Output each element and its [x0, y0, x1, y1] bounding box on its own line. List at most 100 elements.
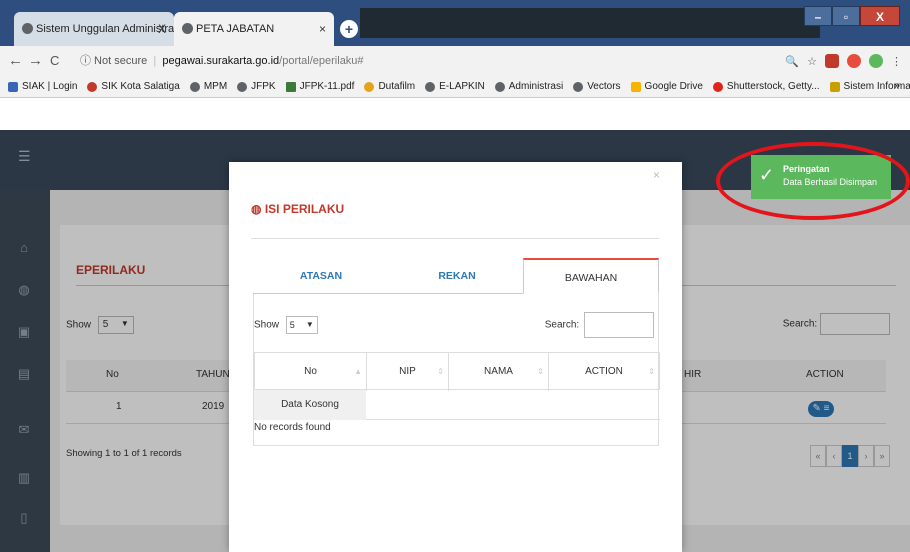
bookmarks-bar: SIAK | Login SIK Kota Salatiga MPM JFPK … [0, 76, 910, 98]
table-header: No ▲ NIP ⇕ NAMA ⇕ ACTION ⇕ [254, 352, 660, 391]
modal-title-text: ISI PERILAKU [264, 202, 345, 216]
tab-rekan[interactable]: REKAN [389, 258, 525, 294]
bookmark-item[interactable]: JFPK-11.pdf [285, 81, 355, 92]
shield-icon: ◍ [251, 202, 265, 216]
column-label: NAMA [484, 366, 513, 377]
reload-icon[interactable]: C [50, 46, 59, 76]
shutterstock-icon [712, 81, 723, 92]
sort-icon: ⇕ [648, 367, 655, 376]
profile-avatar[interactable] [869, 54, 883, 68]
bookmark-label: Google Drive [644, 81, 703, 92]
bookmark-icon [87, 81, 98, 92]
window-close-button[interactable]: X [860, 6, 900, 26]
bookmark-label: JFPK-11.pdf [299, 81, 355, 92]
browser-titlebar: Sistem Unggulan Administrasi Ke X PETA J… [0, 0, 910, 46]
modal-title: ◍ ISI PERILAKU [251, 202, 344, 216]
zoom-icon[interactable]: 🔍 [785, 55, 799, 68]
modal-close-button[interactable]: × [653, 168, 660, 182]
maximize-button[interactable]: ▫ [832, 6, 860, 26]
address-bar: ← → C ⓘ Not secure | pegawai.surakarta.g… [0, 46, 910, 76]
minimize-button[interactable]: – [804, 6, 832, 26]
modal-search-input[interactable] [584, 312, 654, 338]
bookmark-item[interactable]: Google Drive [630, 81, 703, 92]
bookmark-icon [8, 81, 18, 92]
sort-icon: ⇕ [537, 367, 544, 376]
menu-kebab-icon[interactable]: ⋮ [891, 55, 902, 68]
bookmark-item[interactable]: JFPK [237, 81, 276, 92]
no-records-message: No records found [254, 422, 331, 433]
browser-tab-1[interactable]: Sistem Unggulan Administrasi Ke X [14, 12, 199, 46]
url-host: pegawai.surakarta.go.id [162, 55, 280, 67]
modal-page-length-select[interactable]: 5 ▼ [285, 316, 318, 334]
sort-asc-icon: ▲ [354, 367, 362, 376]
back-arrow-icon[interactable]: ← [8, 46, 23, 76]
bookmark-item[interactable]: SIK Kota Salatiga [87, 81, 180, 92]
column-header-no[interactable]: No ▲ [255, 353, 367, 391]
bookmark-label: E-LAPKIN [439, 81, 485, 92]
modal-divider [251, 238, 659, 239]
globe-icon [182, 23, 193, 34]
bookmark-label: Shutterstock, Getty... [726, 81, 820, 92]
column-label: No [304, 366, 317, 377]
bawahan-table: No ▲ NIP ⇕ NAMA ⇕ ACTION ⇕ Data Kosong [254, 352, 660, 420]
table-row: Data Kosong [254, 390, 660, 420]
tab-close-button[interactable]: X [158, 12, 166, 46]
column-header-nama[interactable]: NAMA ⇕ [449, 353, 549, 391]
bookmarks-overflow-button[interactable]: » [894, 80, 900, 92]
window-controls: – ▫ X [804, 6, 900, 28]
bookmark-item[interactable]: MPM [189, 81, 228, 92]
bookmark-item[interactable]: Vectors [573, 81, 621, 92]
tab-bawahan[interactable]: BAWAHAN [523, 258, 659, 294]
not-secure-label[interactable]: ⓘ Not secure [80, 55, 147, 67]
bookmark-item[interactable]: SIAK | Login [8, 81, 77, 92]
dutafilm-icon [364, 81, 375, 92]
bookmark-item[interactable]: Shutterstock, Getty... [712, 81, 820, 92]
address-bar-actions: 🔍 ☆ ⋮ [785, 50, 902, 72]
tab-title: PETA JABATAN [196, 23, 275, 35]
url-path: /portal/eperilaku# [279, 55, 364, 67]
bookmark-item[interactable]: Dutafilm [364, 81, 415, 92]
new-tab-button[interactable]: + [340, 20, 358, 38]
globe-icon [22, 23, 33, 34]
tab-atasan[interactable]: ATASAN [253, 258, 389, 294]
pdf-icon [285, 81, 296, 92]
modal-page-length-control: Show 5 ▼ [254, 316, 318, 334]
bookmark-label: Dutafilm [378, 81, 416, 92]
bookmark-item[interactable]: Administrasi [494, 81, 564, 92]
bookmark-label: JFPK [251, 81, 276, 92]
forward-arrow-icon[interactable]: → [28, 46, 43, 76]
globe-icon [494, 81, 505, 92]
isi-perilaku-modal: × ◍ ISI PERILAKU ATASAN REKAN BAWAHAN Sh… [229, 162, 682, 552]
bookmark-label: SIK Kota Salatiga [101, 81, 180, 92]
globe-icon [425, 81, 436, 92]
titlebar-dark-region [360, 8, 820, 38]
url-field[interactable]: ⓘ Not secure | pegawai.surakarta.go.id/p… [80, 50, 820, 72]
show-label: Show [254, 319, 280, 331]
shield-icon [829, 81, 840, 92]
modal-search: Search: [545, 312, 654, 338]
column-label: NIP [399, 366, 416, 377]
sort-icon: ⇕ [437, 367, 444, 376]
modal-tabs: ATASAN REKAN BAWAHAN [253, 258, 659, 294]
extension-icon[interactable] [825, 54, 839, 68]
bookmark-label: Administrasi [508, 81, 564, 92]
bookmark-label: MPM [203, 81, 228, 92]
bawahan-tab-panel: Show 5 ▼ Search: No ▲ NIP ⇕ NAMA ⇕ ACTION ⇕ D… [253, 294, 660, 446]
column-header-nip[interactable]: NIP ⇕ [367, 353, 449, 391]
bookmark-item[interactable]: E-LAPKIN [425, 81, 485, 92]
highlight-circle [716, 142, 910, 220]
column-label: ACTION [585, 366, 623, 377]
column-header-action[interactable]: ACTION ⇕ [549, 353, 659, 391]
google-drive-icon [630, 81, 641, 92]
adblock-icon[interactable] [847, 54, 861, 68]
browser-tab-2[interactable]: PETA JABATAN × [174, 12, 334, 46]
tab-close-button[interactable]: × [319, 12, 326, 46]
globe-icon [237, 81, 248, 92]
page-length-value: 5 [289, 320, 295, 330]
globe-icon [573, 81, 584, 92]
star-icon[interactable]: ☆ [807, 55, 817, 68]
empty-cell: Data Kosong [254, 390, 366, 420]
bookmark-label: SIAK | Login [22, 81, 78, 92]
bookmark-label: Vectors [587, 81, 621, 92]
globe-icon [189, 81, 200, 92]
